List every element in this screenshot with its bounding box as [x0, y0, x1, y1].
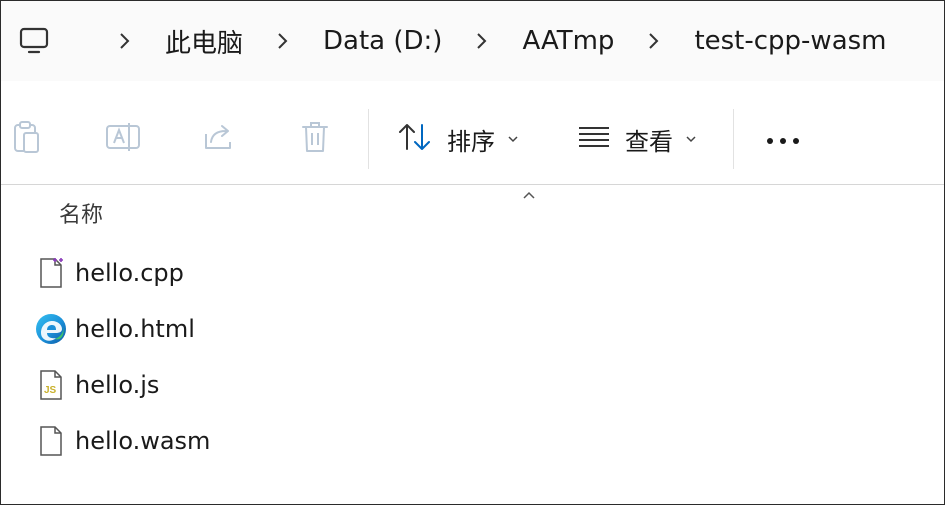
this-pc-icon[interactable] [17, 24, 51, 58]
file-name: hello.cpp [75, 259, 184, 287]
command-bar: 排序 查看 [1, 93, 944, 185]
breadcrumb-item-this-pc[interactable]: 此电脑 [165, 23, 243, 60]
list-item[interactable]: hello.cpp [1, 245, 944, 301]
chevron-right-icon[interactable] [271, 29, 295, 53]
sort-label: 排序 [447, 127, 495, 156]
chevron-down-icon [685, 135, 697, 143]
view-list-icon [577, 124, 611, 154]
breadcrumb: 此电脑 Data (D:) AATmp test-cpp-wasm [1, 1, 944, 81]
view-label: 查看 [625, 127, 673, 156]
sort-button[interactable]: 排序 [397, 93, 519, 185]
rename-button[interactable] [104, 93, 142, 185]
more-options-button[interactable] [763, 93, 803, 185]
list-item[interactable]: hello.html [1, 301, 944, 357]
toolbar-divider [368, 109, 369, 169]
file-list: hello.cpp hello.html JS hello.js hello.w… [1, 245, 944, 469]
column-header-name[interactable]: 名称 [59, 197, 103, 229]
chevron-right-icon[interactable] [642, 29, 666, 53]
breadcrumb-item-aatmp[interactable]: AATmp [522, 26, 614, 56]
sort-icon [397, 122, 433, 156]
paste-button[interactable] [9, 93, 45, 185]
file-name: hello.html [75, 315, 195, 343]
cpp-file-icon [35, 257, 67, 289]
chevron-right-icon[interactable] [470, 29, 494, 53]
sort-ascending-indicator-icon [522, 185, 536, 199]
view-button[interactable]: 查看 [577, 93, 697, 185]
chevron-right-icon[interactable] [113, 29, 137, 53]
breadcrumb-item-data-drive[interactable]: Data (D:) [323, 26, 442, 56]
list-item[interactable]: JS hello.js [1, 357, 944, 413]
more-icon [765, 130, 801, 149]
file-name: hello.wasm [75, 427, 211, 455]
edge-icon [35, 313, 67, 345]
file-explorer-window: 此电脑 Data (D:) AATmp test-cpp-wasm 排序 查看 … [0, 0, 945, 505]
toolbar-divider [733, 109, 734, 169]
trash-icon [300, 120, 330, 158]
list-item[interactable]: hello.wasm [1, 413, 944, 469]
svg-text:JS: JS [44, 385, 57, 396]
chevron-down-icon [507, 135, 519, 143]
paste-icon [12, 120, 42, 158]
breadcrumb-item-current-folder[interactable]: test-cpp-wasm [694, 26, 886, 56]
share-icon [202, 122, 236, 156]
share-button[interactable] [201, 93, 237, 185]
js-file-icon: JS [35, 369, 67, 401]
file-name: hello.js [75, 371, 160, 399]
rename-icon [105, 121, 141, 157]
blank-file-icon [35, 425, 67, 457]
delete-button[interactable] [297, 93, 333, 185]
